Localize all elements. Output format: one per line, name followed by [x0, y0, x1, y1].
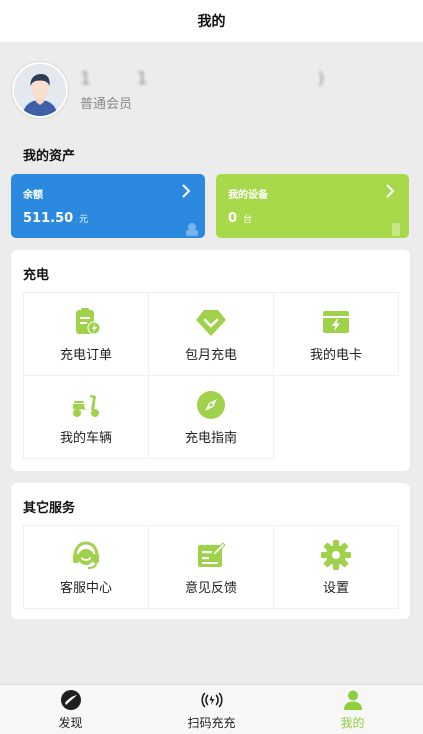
- charge-order-label: 充电订单: [59, 347, 112, 363]
- charging-panel: 充电 充电订单 包月充电 我的电卡 我的车辆 充电指南: [11, 250, 410, 471]
- assets-title: 我的资产: [23, 149, 76, 164]
- bottom-tab-bar: 发现 扫码充充 我的: [0, 684, 423, 734]
- charge-card-label: 我的电卡: [309, 347, 362, 363]
- feedback-item[interactable]: 意见反馈: [148, 525, 274, 609]
- settings-item[interactable]: 设置: [273, 525, 399, 609]
- avatar-icon: [14, 64, 66, 116]
- page-title: 我的: [197, 14, 226, 30]
- device-icon: [392, 223, 400, 236]
- discover-icon: [60, 689, 81, 710]
- profile-header[interactable]: 1 1 ) 普通会员: [0, 42, 423, 138]
- wallet-icon: [186, 223, 198, 236]
- services-title: 其它服务: [23, 501, 76, 516]
- scan-signal-icon: [200, 692, 223, 707]
- feedback-label: 意见反馈: [184, 580, 237, 596]
- settings-label: 设置: [322, 580, 349, 596]
- balance-value: 511.50: [23, 211, 74, 226]
- tab-discover-label: 发现: [58, 715, 83, 730]
- chevron-right-icon: [182, 184, 191, 198]
- scooter-icon: [73, 394, 99, 417]
- tab-mine[interactable]: 我的: [282, 685, 423, 734]
- balance-unit: 元: [79, 215, 89, 225]
- my-vehicle-item[interactable]: 我的车辆: [23, 375, 149, 459]
- devices-value: 0: [228, 211, 238, 226]
- tab-scan-charge[interactable]: 扫码充充: [141, 685, 282, 734]
- top-bar: 我的: [0, 0, 423, 42]
- services-grid: 客服中心 意见反馈 设置: [23, 525, 399, 609]
- tab-discover[interactable]: 发现: [0, 685, 141, 734]
- devices-unit: 台: [243, 215, 253, 225]
- charging-grid: 充电订单 包月充电 我的电卡 我的车辆 充电指南: [23, 292, 399, 459]
- charge-order-item[interactable]: 充电订单: [23, 292, 149, 376]
- tab-scan-charge-label: 扫码充充: [187, 715, 236, 730]
- my-vehicle-label: 我的车辆: [59, 430, 112, 446]
- profile-name: 1 1 ): [80, 68, 325, 89]
- balance-card[interactable]: 余额 511.50 元: [11, 174, 205, 238]
- customer-service-icon: [73, 540, 99, 569]
- user-icon: [343, 690, 362, 710]
- charge-order-icon: [76, 307, 101, 334]
- customer-service-item[interactable]: 客服中心: [23, 525, 149, 609]
- services-panel: 其它服务 客服中心 意见反馈 设置: [11, 483, 410, 619]
- charge-card-icon: [323, 310, 349, 333]
- gear-icon: [321, 539, 351, 570]
- charge-card-item[interactable]: 我的电卡: [273, 292, 399, 376]
- empty-cell: [273, 375, 399, 459]
- avatar[interactable]: [12, 62, 68, 118]
- customer-service-label: 客服中心: [59, 580, 112, 596]
- monthly-charge-label: 包月充电: [184, 347, 237, 363]
- devices-label: 我的设备: [228, 190, 268, 201]
- balance-label: 余额: [23, 190, 43, 201]
- monthly-charge-item[interactable]: 包月充电: [148, 292, 274, 376]
- tab-mine-label: 我的: [340, 715, 365, 730]
- chevron-right-icon: [386, 184, 395, 198]
- monthly-charge-icon: [196, 309, 226, 336]
- compass-icon: [197, 390, 225, 419]
- devices-card[interactable]: 我的设备 0 台: [216, 174, 409, 238]
- member-level: 普通会员: [80, 96, 133, 112]
- charge-guide-label: 充电指南: [184, 430, 237, 446]
- charge-guide-item[interactable]: 充电指南: [148, 375, 274, 459]
- charging-title: 充电: [23, 268, 50, 283]
- feedback-icon: [198, 541, 226, 567]
